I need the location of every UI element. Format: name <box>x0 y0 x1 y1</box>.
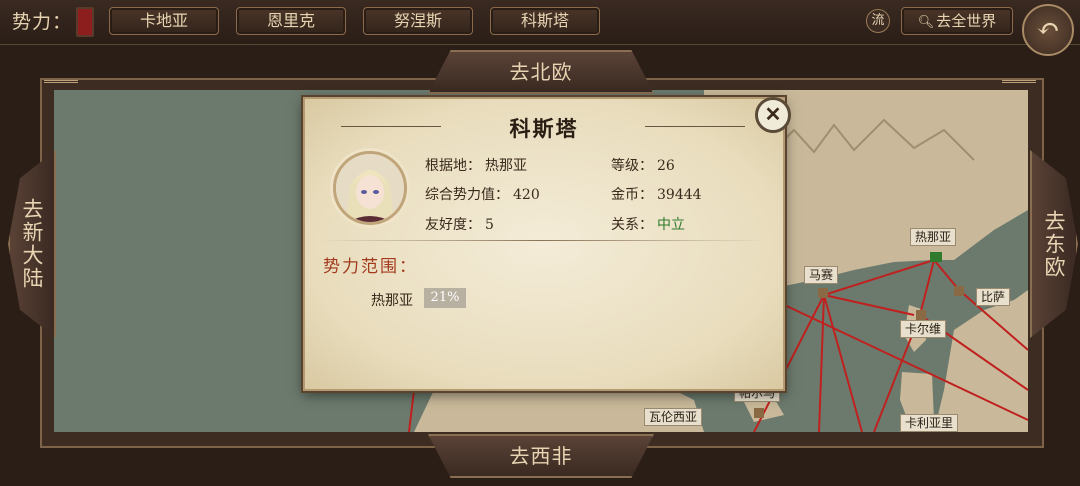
sphere-city-name: 热那亚 <box>371 293 413 309</box>
gold-value: 39444 <box>657 187 702 203</box>
faction-tab-cardia[interactable]: 卡地亚 <box>109 7 219 35</box>
city-label-calvi: 卡尔维 <box>900 320 947 338</box>
dialog-title: 科斯塔 <box>509 116 579 141</box>
leader-avatar <box>333 151 407 225</box>
nav-north-button[interactable]: 去北欧 <box>428 50 654 94</box>
relation-label: 关系： <box>611 217 653 233</box>
relation-row: 关系： 中立 <box>611 214 685 234</box>
faction-tab-nunez[interactable]: 努涅斯 <box>363 7 473 35</box>
frame-corner-ornament <box>44 80 78 99</box>
faction-label: 势力： <box>12 11 73 33</box>
faction-tab-costa[interactable]: 科斯塔 <box>490 7 600 35</box>
frame-corner-ornament <box>1002 80 1036 99</box>
base-row: 根据地： 热那亚 <box>425 155 527 175</box>
city-label-cagliari: 卡利亚里 <box>900 414 959 432</box>
close-button[interactable]: ✕ <box>755 97 791 133</box>
sphere-title: 势力范围： <box>323 257 418 277</box>
friendship-label: 友好度： <box>425 217 481 233</box>
gold-row: 金币： 39444 <box>611 184 702 204</box>
city-label-marseille: 马赛 <box>804 266 839 284</box>
faction-info-dialog: 科斯塔 ✕ 根据地： 热那亚 等级： 26 综合势力值： 420 金币： 39444 友… <box>303 97 791 391</box>
palma-marker[interactable] <box>754 408 764 418</box>
power-label: 综合势力值： <box>425 187 509 203</box>
back-button[interactable]: ↶ <box>1022 4 1074 56</box>
city-label-valencia: 瓦伦西亚 <box>644 408 703 426</box>
faction-tab-enrique[interactable]: 恩里克 <box>236 7 346 35</box>
friendship-row: 友好度： 5 <box>425 214 494 234</box>
relation-value: 中立 <box>657 217 685 233</box>
level-row: 等级： 26 <box>611 155 675 175</box>
close-icon: ✕ <box>764 102 782 126</box>
sphere-percent-badge: 21% <box>424 288 466 308</box>
world-button[interactable]: 🔍︎ 去全世界 <box>901 7 1013 35</box>
nav-south-button[interactable]: 去西非 <box>428 434 654 478</box>
stream-button[interactable]: 流 <box>866 9 890 33</box>
level-label: 等级： <box>611 158 653 174</box>
base-label: 根据地： <box>425 158 481 174</box>
divider <box>319 240 767 241</box>
nav-east-button[interactable]: 去东欧 <box>1030 150 1078 338</box>
top-bar: 势力： 卡地亚 恩里克 努涅斯 科斯塔 流 🔍︎ 去全世界 ↶ <box>0 0 1080 56</box>
back-arrow-icon: ↶ <box>1036 12 1060 45</box>
city-label-pisa: 比萨 <box>976 288 1011 306</box>
gold-label: 金币： <box>611 187 653 203</box>
calvi-marker[interactable] <box>916 310 926 320</box>
nav-west-button[interactable]: 去新大陆 <box>8 150 56 338</box>
friendship-value: 5 <box>485 217 494 233</box>
power-value: 420 <box>513 187 540 203</box>
faction-color-swatch <box>76 7 94 37</box>
pisa-marker[interactable] <box>954 286 964 296</box>
power-row: 综合势力值： 420 <box>425 184 540 204</box>
base-value: 热那亚 <box>485 158 527 174</box>
marseille-marker[interactable] <box>818 288 828 298</box>
genoa-marker[interactable] <box>930 252 942 262</box>
city-label-genoa: 热那亚 <box>910 228 957 246</box>
world-button-label: 去全世界 <box>936 12 997 30</box>
search-icon: 🔍︎ <box>917 15 935 30</box>
level-value: 26 <box>657 158 675 174</box>
